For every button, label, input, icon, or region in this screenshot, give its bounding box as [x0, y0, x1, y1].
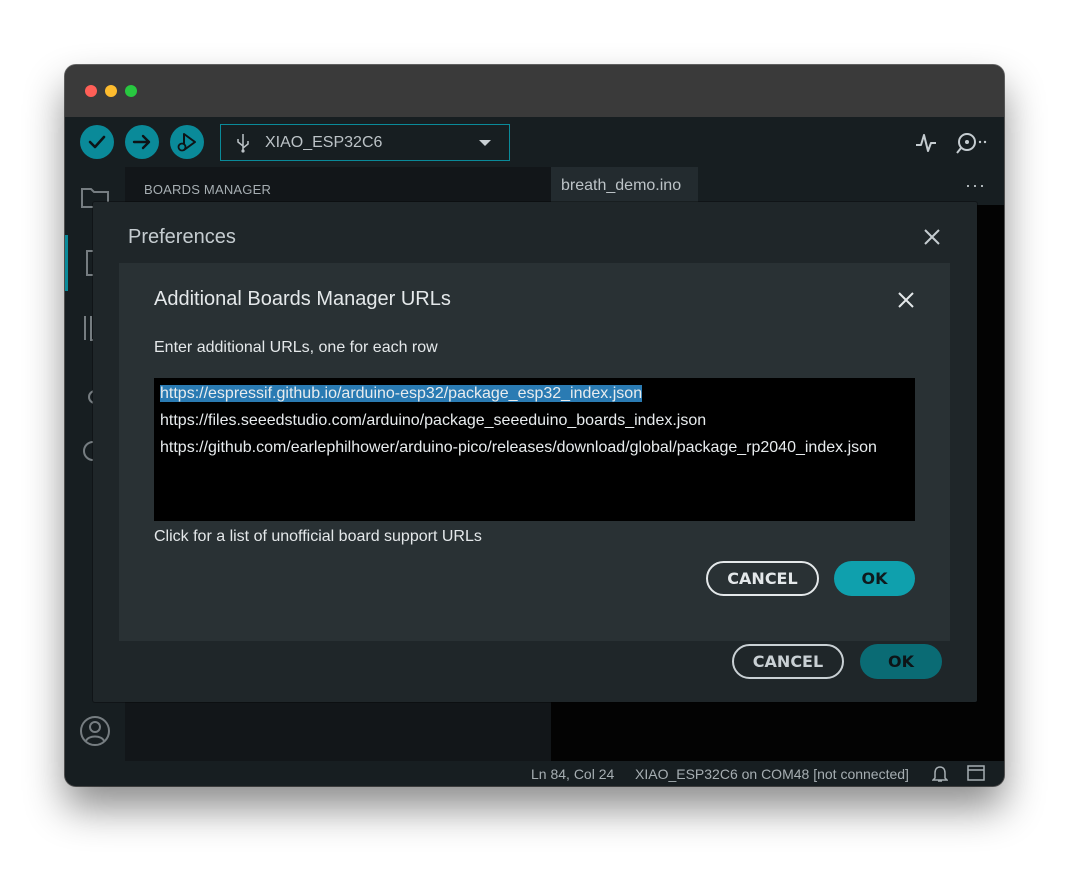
- additional-urls-dialog: Additional Boards Manager URLs Enter add…: [119, 263, 950, 641]
- close-window-button[interactable]: [85, 85, 97, 97]
- more-icon[interactable]: ···: [965, 175, 986, 196]
- active-indicator: [65, 235, 68, 291]
- dialog-title: Additional Boards Manager URLs: [154, 288, 451, 310]
- selected-board-label: XIAO_ESP32C6: [265, 133, 383, 151]
- close-icon[interactable]: [897, 291, 915, 309]
- title-bar: [65, 65, 1004, 117]
- chevron-down-icon: [479, 140, 491, 146]
- usb-icon: [237, 133, 249, 153]
- check-icon: [88, 135, 106, 149]
- close-icon[interactable]: [923, 228, 941, 246]
- panel-title: BOARDS MANAGER: [144, 182, 272, 197]
- tab-bar: breath_demo.ino ···: [551, 167, 1004, 205]
- cursor-position[interactable]: Ln 84, Col 24: [531, 766, 614, 782]
- board-selector[interactable]: XIAO_ESP32C6: [220, 124, 510, 161]
- board-status[interactable]: XIAO_ESP32C6 on COM48 [not connected]: [635, 766, 909, 782]
- urls-textarea[interactable]: https://espressif.github.io/arduino-esp3…: [154, 378, 915, 521]
- dialog-cancel-button[interactable]: CANCEL: [706, 561, 819, 596]
- dialog-description: Enter additional URLs, one for each row: [154, 339, 438, 356]
- bell-icon[interactable]: [932, 765, 948, 783]
- toolbar: XIAO_ESP32C6: [65, 117, 1004, 167]
- panel-toggle-icon[interactable]: [967, 765, 985, 781]
- url-line: https://github.com/earlephilhower/arduin…: [160, 439, 877, 456]
- url-line: https://espressif.github.io/arduino-esp3…: [160, 380, 915, 407]
- debug-icon: [177, 133, 196, 152]
- status-bar: Ln 84, Col 24 XIAO_ESP32C6 on COM48 [not…: [65, 761, 1004, 786]
- tab-label: breath_demo.ino: [561, 177, 682, 194]
- upload-button[interactable]: [125, 125, 159, 159]
- zoom-window-button[interactable]: [125, 85, 137, 97]
- debug-button[interactable]: [170, 125, 204, 159]
- serial-plotter-icon[interactable]: [915, 131, 937, 155]
- account-icon[interactable]: [79, 715, 111, 747]
- arduino-ide-window: XIAO_ESP32C6 BOARDS MANAGER breath_demo.…: [65, 65, 1004, 786]
- verify-button[interactable]: [80, 125, 114, 159]
- arrow-right-icon: [132, 134, 151, 150]
- unofficial-urls-link[interactable]: Click for a list of unofficial board sup…: [154, 528, 482, 546]
- preferences-title: Preferences: [128, 226, 236, 248]
- url-line: https://files.seeedstudio.com/arduino/pa…: [160, 412, 707, 429]
- serial-monitor-icon[interactable]: [956, 131, 990, 155]
- preferences-ok-button[interactable]: OK: [860, 644, 942, 679]
- preferences-cancel-button[interactable]: CANCEL: [732, 644, 844, 679]
- selected-url-text: https://espressif.github.io/arduino-esp3…: [160, 385, 643, 402]
- dialog-ok-button[interactable]: OK: [834, 561, 915, 596]
- tab-breath-demo[interactable]: breath_demo.ino: [551, 167, 698, 205]
- minimize-window-button[interactable]: [105, 85, 117, 97]
